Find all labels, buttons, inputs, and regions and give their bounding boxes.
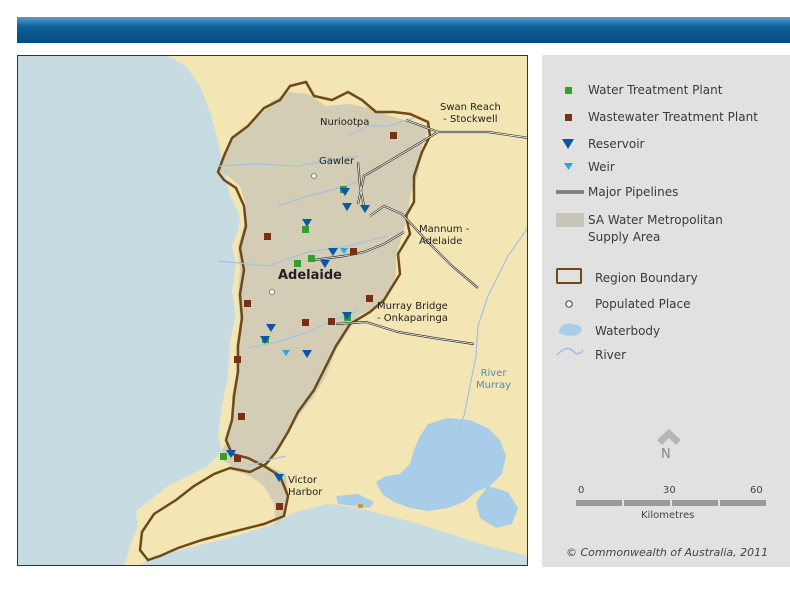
- label-swan-reach: Swan Reach - Stockwell: [440, 102, 501, 125]
- supply-area-south: [224, 454, 288, 526]
- wastewater-treatment-plant: [390, 132, 397, 139]
- header-banner: [17, 17, 790, 43]
- pipeline-swan-reach: [438, 130, 527, 139]
- scale-tick-0: 0: [578, 485, 585, 496]
- legend-supply-area-symbol: [556, 213, 584, 227]
- label-nuriootpa: Nuriootpa: [320, 117, 370, 128]
- banner-shine: [17, 17, 790, 26]
- legend-supply-area-label: SA Water Metropolitan Supply Area: [588, 213, 723, 244]
- legend-river-label: River: [595, 348, 627, 362]
- label-murray-bridge: Murray Bridge - Onkaparinga: [377, 301, 448, 324]
- legend-water-treatment-label: Water Treatment Plant: [588, 83, 723, 97]
- label-adelaide: Adelaide: [278, 268, 342, 283]
- legend-waterbody-label: Waterbody: [595, 324, 661, 338]
- water-treatment-plant: [302, 226, 309, 233]
- legend-river-symbol: [556, 347, 584, 356]
- label-mannum: Mannum - Adelaide: [419, 224, 470, 247]
- legend-water-treatment-symbol: [565, 87, 572, 94]
- legend-populated-place-label: Populated Place: [595, 297, 691, 311]
- label-victor-harbor: Victor Harbor: [288, 475, 323, 498]
- map-panel[interactable]: Nuriootpa Gawler Swan Reach - Stockwell …: [17, 55, 528, 566]
- label-river-murray: River Murray: [476, 368, 512, 391]
- legend-weir-label: Weir: [588, 160, 615, 174]
- north-label: N: [661, 447, 671, 462]
- legend-waterbody-symbol: [558, 323, 582, 336]
- water-treatment-plant: [294, 260, 301, 267]
- copyright-text: © Commonwealth of Australia, 2011: [566, 546, 769, 559]
- legend-pipeline-symbol: [556, 190, 584, 194]
- legend-reservoir-symbol: [562, 139, 574, 149]
- legend-weir-symbol: [564, 163, 573, 170]
- water-treatment-plant: [308, 255, 315, 262]
- scale-tick-30: 30: [663, 485, 676, 496]
- wastewater-treatment-plant: [238, 413, 245, 420]
- river-murray-path: [457, 227, 527, 429]
- wastewater-treatment-plant: [234, 455, 241, 462]
- wastewater-treatment-plant: [366, 295, 373, 302]
- legend-reservoir-label: Reservoir: [588, 137, 645, 151]
- legend-pipeline-label: Major Pipelines: [588, 185, 679, 199]
- legend-populated-place-symbol: [565, 300, 573, 308]
- legend-region-boundary-symbol: [556, 268, 582, 284]
- north-arrow-icon: [657, 429, 681, 445]
- lake-albert: [476, 486, 518, 528]
- scale-bar: [576, 500, 766, 506]
- legend-wastewater-symbol: [565, 114, 572, 121]
- wastewater-treatment-plant: [350, 248, 357, 255]
- map-canvas: [18, 56, 527, 565]
- populated-place-adelaide: [269, 289, 275, 295]
- water-treatment-plant: [220, 453, 227, 460]
- wastewater-treatment-plant: [276, 503, 283, 510]
- legend-region-boundary-label: Region Boundary: [595, 271, 698, 285]
- scale-unit-label: Kilometres: [641, 510, 695, 521]
- populated-place-gawler: [311, 173, 317, 179]
- southern-ocean: [140, 504, 527, 565]
- scale-tick-60: 60: [750, 485, 763, 496]
- label-gawler: Gawler: [319, 156, 355, 167]
- wastewater-treatment-plant: [244, 300, 251, 307]
- wastewater-treatment-plant: [234, 356, 241, 363]
- wastewater-treatment-plant: [328, 318, 335, 325]
- marker-goolwa: [358, 504, 363, 508]
- wastewater-treatment-plant: [264, 233, 271, 240]
- legend-wastewater-label: Wastewater Treatment Plant: [588, 110, 758, 124]
- wastewater-treatment-plant: [302, 319, 309, 326]
